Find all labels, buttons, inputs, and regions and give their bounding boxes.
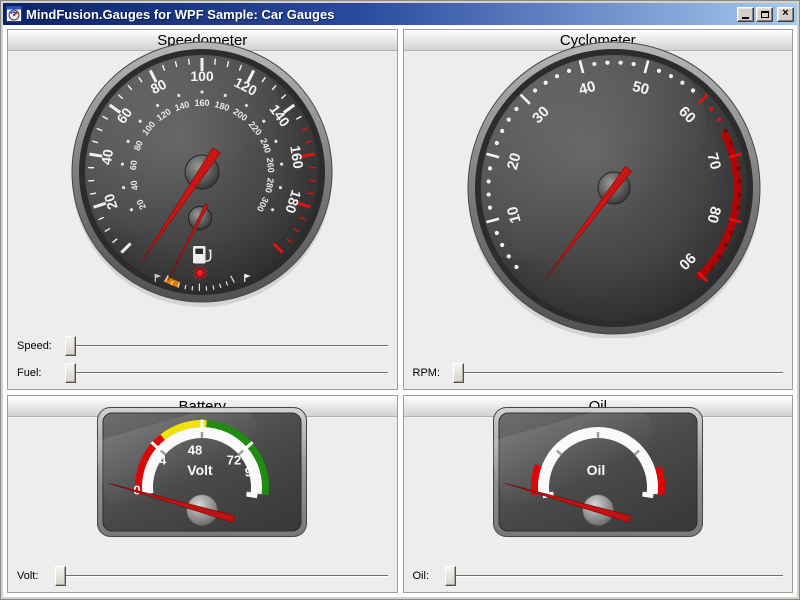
speedometer-gauge: 2040608010012014016018020406080100120140…: [66, 36, 338, 308]
speed-slider-row: Speed:: [17, 335, 388, 357]
panel-battery: Battery 024487296Volt Volt:: [7, 395, 398, 593]
minimize-button[interactable]: [737, 7, 754, 22]
speed-slider-label: Speed:: [17, 340, 65, 352]
oil-slider-track[interactable]: [445, 575, 784, 577]
close-icon: ×: [782, 8, 788, 19]
rpm-slider[interactable]: [453, 362, 784, 384]
rpm-slider-thumb[interactable]: [453, 363, 464, 383]
svg-text:48: 48: [188, 443, 202, 458]
unit-label: Oil: [586, 462, 605, 478]
svg-text:40: 40: [98, 148, 116, 166]
volt-slider-label: Volt:: [17, 570, 55, 582]
svg-text:260: 260: [265, 157, 276, 173]
fuel-slider-thumb[interactable]: [65, 363, 76, 383]
fuel-slider-track[interactable]: [65, 372, 388, 374]
svg-text:24: 24: [152, 453, 167, 468]
volt-slider-thumb[interactable]: [55, 566, 66, 586]
cyclometer-gauge: 102030405060708090: [464, 38, 764, 338]
fuel-warning-light: [197, 269, 204, 276]
rpm-slider-track[interactable]: [453, 372, 784, 374]
fuel-slider-row: Fuel:: [17, 362, 388, 384]
speed-slider-track[interactable]: [65, 345, 388, 347]
svg-text:60: 60: [128, 160, 139, 171]
oil-gauge: Oil: [493, 407, 703, 537]
panel-cyclometer: Cyclometer 102030405060708090 RPM:: [403, 29, 794, 390]
maximize-icon: [761, 11, 769, 18]
svg-text:160: 160: [195, 98, 210, 108]
svg-text:40: 40: [129, 180, 141, 192]
volt-slider[interactable]: [55, 565, 388, 587]
volt-slider-row: Volt:: [17, 565, 388, 587]
rpm-slider-row: RPM:: [413, 362, 784, 384]
svg-text:72: 72: [227, 453, 241, 468]
panel-speedometer: Speedometer 2040608010012014016018020406…: [7, 29, 398, 390]
app-window: MindFusion.Gauges for WPF Sample: Car Ga…: [0, 0, 800, 600]
oil-slider[interactable]: [445, 565, 784, 587]
rpm-slider-label: RPM:: [413, 367, 453, 379]
window-title: MindFusion.Gauges for WPF Sample: Car Ga…: [26, 7, 733, 22]
unit-label: Volt: [188, 462, 214, 478]
battery-gauge: 024487296Volt: [97, 407, 307, 537]
gauge-icon: [6, 6, 22, 22]
maximize-button[interactable]: [756, 7, 773, 22]
client-area: Speedometer 2040608010012014016018020406…: [3, 25, 797, 597]
close-button[interactable]: ×: [777, 7, 794, 22]
oil-slider-row: Oil:: [413, 565, 784, 587]
svg-text:100: 100: [191, 68, 215, 84]
title-bar[interactable]: MindFusion.Gauges for WPF Sample: Car Ga…: [3, 3, 797, 25]
fuel-slider[interactable]: [65, 362, 388, 384]
speed-slider[interactable]: [65, 335, 388, 357]
svg-text:96: 96: [245, 465, 259, 480]
minimize-icon: [742, 17, 749, 19]
oil-slider-label: Oil:: [413, 570, 445, 582]
oil-slider-thumb[interactable]: [445, 566, 456, 586]
panel-oil: Oil Oil Oil:: [403, 395, 794, 593]
speed-slider-thumb[interactable]: [65, 336, 76, 356]
fuel-slider-label: Fuel:: [17, 367, 65, 379]
volt-slider-track[interactable]: [55, 575, 388, 577]
